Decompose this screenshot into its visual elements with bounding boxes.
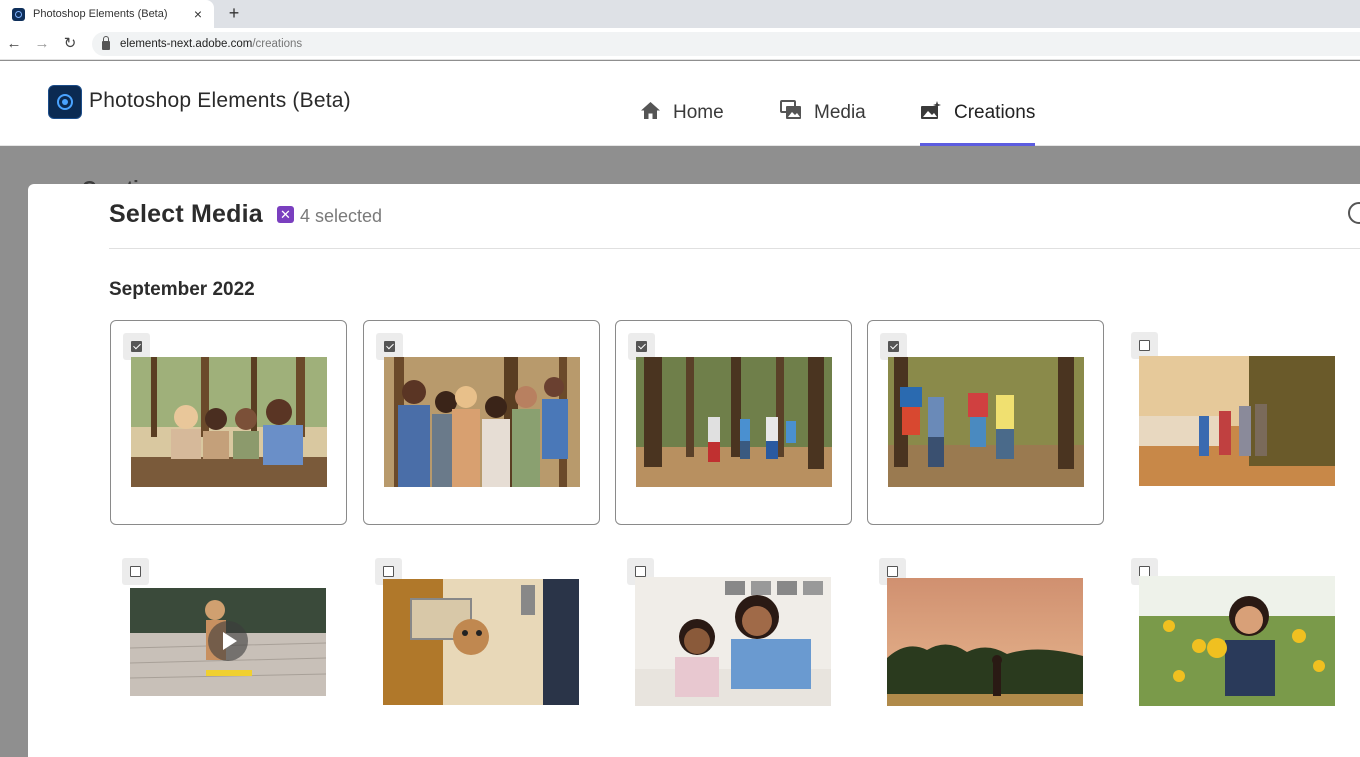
dialog-close-icon[interactable]	[1348, 202, 1360, 224]
nav-creations-label: Creations	[954, 102, 1036, 123]
tab-title: Photoshop Elements (Beta)	[33, 8, 168, 20]
media-item[interactable]	[110, 320, 347, 525]
dialog-divider	[109, 248, 1360, 249]
group-selfie-photo	[384, 357, 580, 487]
nav-home[interactable]: Home	[640, 99, 724, 127]
browser-toolbar: ← → ↻ elements-next.adobe.com/creations	[0, 28, 1360, 60]
selected-count: 4 selected	[300, 206, 383, 226]
app-header: Photoshop Elements (Beta) Home Media Cre…	[0, 61, 1360, 146]
home-icon	[640, 101, 661, 126]
lakeside-family-photo	[1139, 356, 1335, 486]
tab-close-icon[interactable]: ×	[190, 6, 206, 22]
mother-daughter-photo	[635, 577, 831, 706]
media-item[interactable]	[1119, 546, 1356, 751]
item-checkbox[interactable]	[376, 333, 403, 360]
girl-flowers-photo	[1139, 576, 1335, 706]
browser-tab[interactable]: Photoshop Elements (Beta) ×	[0, 0, 214, 28]
media-item[interactable]	[867, 320, 1104, 525]
url-host: elements-next.adobe.com	[120, 38, 253, 50]
item-checkbox[interactable]	[123, 333, 150, 360]
photoshop-elements-logo-icon[interactable]	[48, 85, 82, 119]
app-title: Photoshop Elements (Beta)	[89, 89, 351, 112]
clear-selection-icon[interactable]: ✕	[277, 206, 294, 223]
modal-backdrop	[0, 146, 1360, 184]
kids-playing-photo	[888, 357, 1084, 487]
nav-media[interactable]: Media	[780, 99, 866, 127]
url-path: /creations	[252, 38, 303, 50]
media-item[interactable]	[110, 546, 347, 751]
select-media-dialog: Select Media ✕ 4 selected September 2022	[28, 184, 1360, 757]
nav-media-label: Media	[814, 102, 866, 123]
media-item[interactable]	[363, 320, 600, 525]
media-item[interactable]	[615, 546, 852, 751]
media-item[interactable]	[1119, 320, 1356, 525]
forest-walk-photo	[636, 357, 832, 487]
item-checkbox[interactable]	[628, 333, 655, 360]
media-item[interactable]	[363, 546, 600, 751]
back-arrow-icon[interactable]: ←	[4, 34, 24, 54]
media-icon	[780, 100, 802, 126]
item-checkbox[interactable]	[122, 558, 149, 585]
photoshop-favicon-icon	[12, 7, 25, 21]
family-picnic-photo	[131, 357, 327, 487]
nav-creations[interactable]: Creations	[920, 99, 1035, 127]
dog-skateboard-video	[130, 588, 326, 696]
dialog-title: Select Media	[109, 200, 263, 228]
address-bar[interactable]: elements-next.adobe.com/creations	[92, 32, 1360, 56]
new-tab-icon[interactable]: +	[224, 3, 244, 23]
media-item[interactable]	[867, 546, 1104, 751]
item-checkbox[interactable]	[1131, 332, 1158, 359]
sunset-field-photo	[887, 578, 1083, 706]
reload-icon[interactable]: ↻	[60, 34, 80, 54]
lock-icon	[102, 36, 110, 50]
nav-home-label: Home	[673, 102, 724, 123]
creations-icon	[920, 100, 942, 126]
dog-car-window-photo	[383, 579, 579, 705]
month-section-label: September 2022	[109, 279, 255, 300]
play-icon[interactable]	[208, 621, 248, 661]
item-checkbox[interactable]	[880, 333, 907, 360]
browser-tabstrip: Photoshop Elements (Beta) × +	[0, 0, 1360, 28]
forward-arrow-icon[interactable]: →	[32, 34, 52, 54]
media-item[interactable]	[615, 320, 852, 525]
